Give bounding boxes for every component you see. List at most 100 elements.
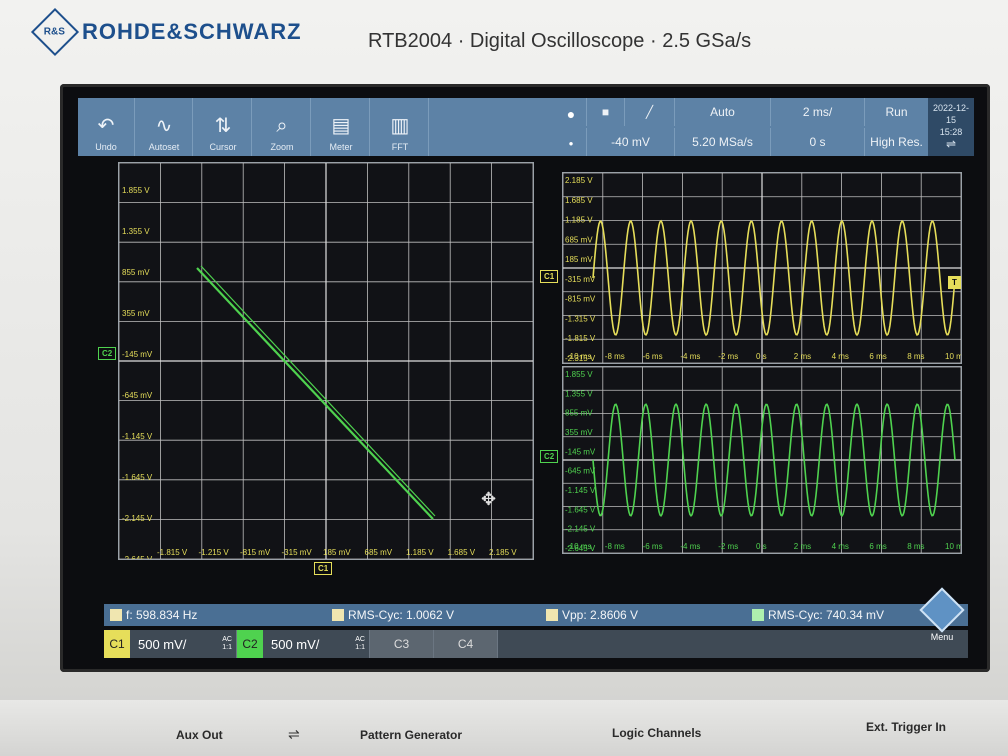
ch2-y-tick: 1.355 V — [565, 389, 593, 398]
ch1-x-tick: -10 ms — [567, 352, 591, 361]
autoset-button[interactable]: ∿ Autoset — [136, 98, 193, 156]
menu-icon — [919, 587, 965, 633]
menu-button[interactable]: Menu — [919, 587, 965, 644]
xy-x-tick: 685 mV — [365, 548, 393, 557]
zoom-button[interactable]: ⌕ Zoom — [254, 98, 311, 156]
logic-channels-label: Logic Channels — [612, 726, 702, 740]
ch1-y-tick: 1.185 V — [565, 216, 593, 225]
ch2-offset-marker[interactable]: C2 — [540, 450, 559, 463]
ch1-y-tick: -315 mV — [565, 275, 596, 284]
slope-icon: ╱ — [645, 105, 654, 119]
ch1-x-tick: -8 ms — [605, 352, 625, 361]
undo-button[interactable]: ↶ Undo — [78, 98, 135, 156]
ch2-x-tick: 8 ms — [907, 542, 924, 551]
ch1-offset-marker[interactable]: C1 — [540, 270, 559, 283]
aux-out-label: Aux Out — [176, 728, 223, 742]
trigger-edge-button[interactable]: ■ — [586, 98, 624, 126]
ch1-x-tick: 4 ms — [832, 352, 849, 361]
slope-button[interactable]: ╱ — [624, 98, 674, 126]
ch2-y-tick: -1.145 V — [565, 486, 596, 495]
undo-icon: ↶ — [97, 115, 115, 137]
xy-x-tick: -1.215 V — [199, 548, 230, 557]
channel-bar: C1 500 mV/ AC 1:1 C2 500 mV/ AC 1:1 C3 C4 — [104, 630, 968, 658]
knob-dot-icon: ● — [566, 106, 576, 123]
measurement-rms-c2[interactable]: RMS-Cyc: 740.34 mV — [752, 608, 884, 622]
trigger-level-marker[interactable]: T — [948, 276, 961, 289]
xy-y-marker[interactable]: C2 — [98, 347, 117, 360]
horizontal-position[interactable]: 0 s — [770, 128, 864, 156]
xy-y-tick: -2.645 V — [122, 555, 153, 559]
ch1-plot-svg: 2.185 V 1.685 V 1.185 V 685 mV 185 mV -315 mV… — [563, 173, 961, 363]
front-panel — [0, 700, 1008, 756]
ch1-x-tick: -4 ms — [680, 352, 700, 361]
toolbar: ↶ Undo ∿ Autoset ⇅ Cursor ⌕ Zoom ▤ Meter ▥ FFT… — [78, 98, 974, 156]
measurement-frequency[interactable]: f: 598.834 Hz — [110, 608, 197, 622]
ch2-y-tick: -645 mV — [565, 467, 596, 476]
trigger-level[interactable]: -40 mV — [586, 128, 674, 156]
ch1-x-tick: -2 ms — [718, 352, 738, 361]
ch1-y-tick: -1.815 V — [565, 334, 596, 343]
xy-y-tick: -645 mV — [122, 391, 153, 400]
ch2-y-tick: 1.855 V — [565, 370, 593, 379]
xy-x-marker[interactable]: C1 — [314, 562, 333, 575]
ch2-x-tick: -4 ms — [680, 542, 700, 551]
brand-name: ROHDE&SCHWARZ — [82, 19, 302, 44]
xy-y-tick: -2.145 V — [122, 514, 153, 523]
ch1-y-tick: 1.685 V — [565, 196, 593, 205]
fft-icon: ▥ — [390, 115, 410, 137]
channel-c2[interactable]: C2 500 mV/ AC 1:1 — [237, 630, 370, 658]
ch2-x-tick: -10 ms — [567, 542, 591, 551]
xy-y-tick: 1.855 V — [122, 186, 150, 195]
xy-x-tick: -1.815 V — [157, 548, 188, 557]
ch2-x-tick: -8 ms — [605, 542, 625, 551]
measurement-swatch — [546, 609, 558, 621]
date: 2022-12-15 — [932, 103, 970, 125]
channel-c3[interactable]: C3 — [370, 630, 434, 658]
ch2-y-tick: -1.645 V — [565, 505, 596, 514]
ch2-x-tick: 6 ms — [869, 542, 886, 551]
ch2-x-tick: 2 ms — [794, 542, 811, 551]
trigger-mode[interactable]: Auto — [674, 98, 770, 126]
ch2-y-tick: 355 mV — [565, 428, 593, 437]
xy-trace — [196, 267, 434, 520]
timebase-setting[interactable]: 2 ms/ — [770, 98, 864, 126]
ch1-x-tick: 2 ms — [794, 352, 811, 361]
channel-c1[interactable]: C1 500 mV/ AC 1:1 — [104, 630, 237, 658]
ch2-time-plot[interactable]: 1.855 V 1.355 V 855 mV 355 mV -145 mV -645 mV… — [562, 366, 962, 554]
ch2-x-tick: 0 s — [756, 542, 767, 551]
ch1-x-tick: 6 ms — [869, 352, 886, 361]
ch1-y-tick: -1.315 V — [565, 314, 596, 323]
sample-rate: 5.20 MSa/s — [674, 128, 770, 156]
measurement-swatch — [332, 609, 344, 621]
measurement-vpp[interactable]: Vpp: 2.8606 V — [546, 608, 638, 622]
ch2-y-tick: 855 mV — [565, 409, 593, 418]
ext-trigger-label: Ext. Trigger In — [866, 720, 947, 734]
ch1-x-tick: 10 ms — [945, 352, 961, 361]
knob-indicator[interactable]: ● ● — [556, 98, 586, 156]
ch2-plot-svg: 1.855 V 1.355 V 855 mV 355 mV -145 mV -645 mV… — [563, 367, 961, 553]
ch2-x-tick: 4 ms — [832, 542, 849, 551]
measurement-swatch — [752, 609, 764, 621]
xy-x-tick: 1.685 V — [448, 548, 476, 557]
ch1-y-tick: -815 mV — [565, 295, 596, 304]
move-crosshair-icon[interactable]: ✥ — [481, 489, 496, 510]
cursor-button[interactable]: ⇅ Cursor — [195, 98, 252, 156]
acquisition-mode[interactable]: High Res. — [864, 128, 928, 156]
model-title: RTB2004 · Digital Oscilloscope · 2.5 GSa… — [368, 30, 752, 52]
meter-button[interactable]: ▤ Meter — [313, 98, 370, 156]
channel-c4[interactable]: C4 — [434, 630, 498, 658]
measurement-rms-c1[interactable]: RMS-Cyc: 1.0062 V — [332, 608, 454, 622]
xy-plot[interactable]: 1.855 V 1.355 V 855 mV 355 mV -145 mV -645 mV… — [118, 162, 534, 560]
brand-logo: R&S — [30, 7, 80, 57]
knob-small-dot-icon: ● — [568, 138, 574, 148]
autoset-icon: ∿ — [155, 115, 173, 137]
xy-trace — [200, 265, 436, 517]
xy-x-tick: 1.185 V — [406, 548, 434, 557]
ch1-y-tick: 2.185 V — [565, 176, 593, 185]
cursor-icon: ⇅ — [214, 115, 232, 137]
ch1-time-plot[interactable]: 2.185 V 1.685 V 1.185 V 685 mV 185 mV -315 mV… — [562, 172, 962, 364]
measurement-bar: f: 598.834 Hz RMS-Cyc: 1.0062 V Vpp: 2.8… — [104, 604, 968, 626]
zoom-icon: ⌕ — [276, 115, 288, 137]
run-status[interactable]: Run — [864, 98, 928, 126]
fft-button[interactable]: ▥ FFT — [372, 98, 429, 156]
